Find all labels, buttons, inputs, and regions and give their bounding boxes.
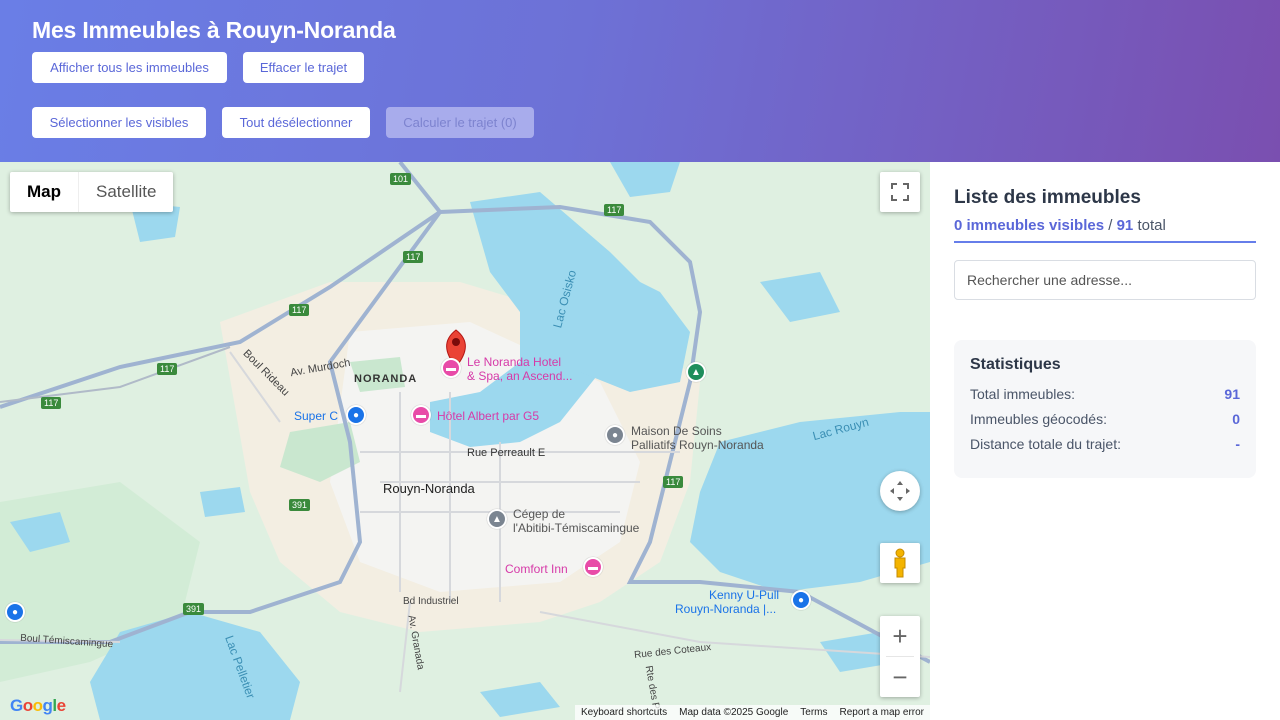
hotel-icon[interactable]: ▬ bbox=[583, 557, 603, 577]
street-view-button[interactable] bbox=[880, 543, 920, 583]
report-error-link[interactable]: Report a map error bbox=[840, 707, 924, 718]
zoom-in-icon: + bbox=[892, 620, 908, 651]
route-117-shield: 117 bbox=[41, 397, 62, 409]
zoom-out-button[interactable]: − bbox=[880, 657, 920, 697]
select-visible-button[interactable]: Sélectionner les visibles bbox=[32, 107, 206, 138]
route-117-shield: 117 bbox=[604, 204, 625, 216]
visible-count: 0 immeubles visibles bbox=[954, 217, 1105, 234]
school-icon[interactable]: ▲ bbox=[487, 509, 507, 529]
map-data-attribution: Map data ©2025 Google bbox=[679, 707, 789, 718]
map-canvas bbox=[0, 162, 930, 720]
stat-label: Distance totale du trajet: bbox=[970, 436, 1121, 452]
total-count: 91 bbox=[1116, 217, 1134, 234]
total-label: total bbox=[1137, 217, 1166, 234]
map-footer: Keyboard shortcuts Map data ©2025 Google… bbox=[574, 705, 930, 720]
clear-route-button[interactable]: Effacer le trajet bbox=[243, 52, 364, 83]
count-separator: / bbox=[1108, 217, 1113, 234]
route-391-shield: 391 bbox=[183, 603, 205, 615]
stat-value: - bbox=[1235, 436, 1240, 452]
zoom-out-icon: − bbox=[892, 661, 908, 692]
page-title: Mes Immeubles à Rouyn-Noranda bbox=[32, 17, 396, 43]
stat-row-distance: Distance totale du trajet: - bbox=[970, 436, 1240, 461]
hotel-noranda-label-2[interactable]: & Spa, an Ascend... bbox=[467, 369, 572, 383]
show-all-buildings-button[interactable]: Afficher tous les immeubles bbox=[32, 52, 227, 83]
google-logo-letter: o bbox=[22, 696, 33, 715]
route-117-shield: 117 bbox=[157, 363, 178, 375]
terms-link[interactable]: Terms bbox=[800, 707, 827, 718]
app-header: Mes Immeubles à Rouyn-Noranda Afficher t… bbox=[0, 0, 1280, 162]
maison-soins-label-2[interactable]: Palliatifs Rouyn-Noranda bbox=[631, 438, 764, 452]
map-view[interactable]: 101 117 117 117 117 117 117 391 391 Le N… bbox=[0, 162, 930, 720]
cegep-label-2[interactable]: l'Abitibi-Témiscamingue bbox=[513, 521, 639, 535]
hotel-icon[interactable]: ▬ bbox=[411, 405, 431, 425]
super-c-label[interactable]: Super C bbox=[294, 409, 338, 423]
google-logo-letter: e bbox=[56, 696, 66, 715]
google-logo-letter: g bbox=[42, 696, 53, 715]
hotel-icon[interactable]: ▬ bbox=[441, 358, 461, 378]
google-logo-letter: G bbox=[10, 696, 23, 715]
google-logo[interactable]: Google bbox=[10, 696, 66, 716]
google-logo-letter: o bbox=[32, 696, 43, 715]
rue-perreault-label: Rue Perreault E bbox=[467, 447, 546, 459]
shopping-bag-icon[interactable]: ● bbox=[5, 602, 25, 622]
pegman-icon bbox=[894, 548, 906, 578]
comfort-inn-label[interactable]: Comfort Inn bbox=[505, 562, 568, 576]
zoom-control: + − bbox=[880, 616, 920, 697]
kenny-upull-label[interactable]: Kenny U-Pull bbox=[709, 588, 779, 602]
route-117-shield: 117 bbox=[289, 304, 310, 316]
stat-value: 0 bbox=[1232, 411, 1240, 427]
shopping-cart-icon[interactable]: ● bbox=[346, 405, 366, 425]
healthcare-icon[interactable]: ● bbox=[605, 425, 625, 445]
stat-row-geocoded: Immeubles géocodés: 0 bbox=[970, 411, 1240, 436]
calculate-route-button[interactable]: Calculer le trajet (0) bbox=[386, 107, 534, 138]
camera-control-button[interactable] bbox=[880, 471, 920, 511]
cegep-label[interactable]: Cégep de bbox=[513, 507, 565, 521]
fullscreen-button[interactable] bbox=[880, 172, 920, 212]
pan-icon bbox=[890, 481, 910, 501]
address-search-input[interactable] bbox=[954, 260, 1256, 300]
building-counts: 0 immeubles visibles / 91 total bbox=[954, 217, 1256, 243]
map-type-map-button[interactable]: Map bbox=[10, 172, 78, 212]
statistics-panel: Statistiques Total immeubles: 91 Immeubl… bbox=[954, 340, 1256, 478]
map-type-control: Map Satellite bbox=[10, 172, 174, 212]
park-icon[interactable]: ▲ bbox=[686, 362, 706, 382]
route-101-shield: 101 bbox=[390, 173, 412, 185]
noranda-label: NORANDA bbox=[354, 373, 418, 385]
deselect-all-button[interactable]: Tout désélectionner bbox=[222, 107, 370, 138]
keyboard-shortcuts-link[interactable]: Keyboard shortcuts bbox=[581, 707, 667, 718]
hotel-albert-label[interactable]: Hôtel Albert par G5 bbox=[437, 409, 539, 423]
stat-label: Total immeubles: bbox=[970, 386, 1076, 402]
zoom-in-button[interactable]: + bbox=[880, 616, 920, 656]
rouyn-noranda-label: Rouyn-Noranda bbox=[383, 481, 475, 496]
stat-value: 91 bbox=[1224, 386, 1240, 402]
stat-row-total: Total immeubles: 91 bbox=[970, 386, 1240, 411]
hotel-noranda-label[interactable]: Le Noranda Hotel bbox=[467, 355, 561, 369]
fullscreen-icon bbox=[891, 183, 909, 201]
sidebar-title: Liste des immeubles bbox=[954, 187, 1141, 208]
map-type-satellite-button[interactable]: Satellite bbox=[78, 172, 173, 212]
stat-label: Immeubles géocodés: bbox=[970, 411, 1107, 427]
statistics-title: Statistiques bbox=[970, 356, 1061, 373]
buildings-sidebar: Liste des immeubles 0 immeubles visibles… bbox=[930, 162, 1280, 720]
route-391-shield: 391 bbox=[289, 499, 311, 511]
maison-soins-label[interactable]: Maison De Soins bbox=[631, 424, 722, 438]
route-117-shield: 117 bbox=[663, 476, 684, 488]
bd-industriel-label: Bd Industriel bbox=[403, 596, 459, 607]
route-117-shield: 117 bbox=[403, 251, 424, 263]
kenny-upull-label-2[interactable]: Rouyn-Noranda |... bbox=[675, 602, 776, 616]
shopping-bag-icon[interactable]: ● bbox=[791, 590, 811, 610]
